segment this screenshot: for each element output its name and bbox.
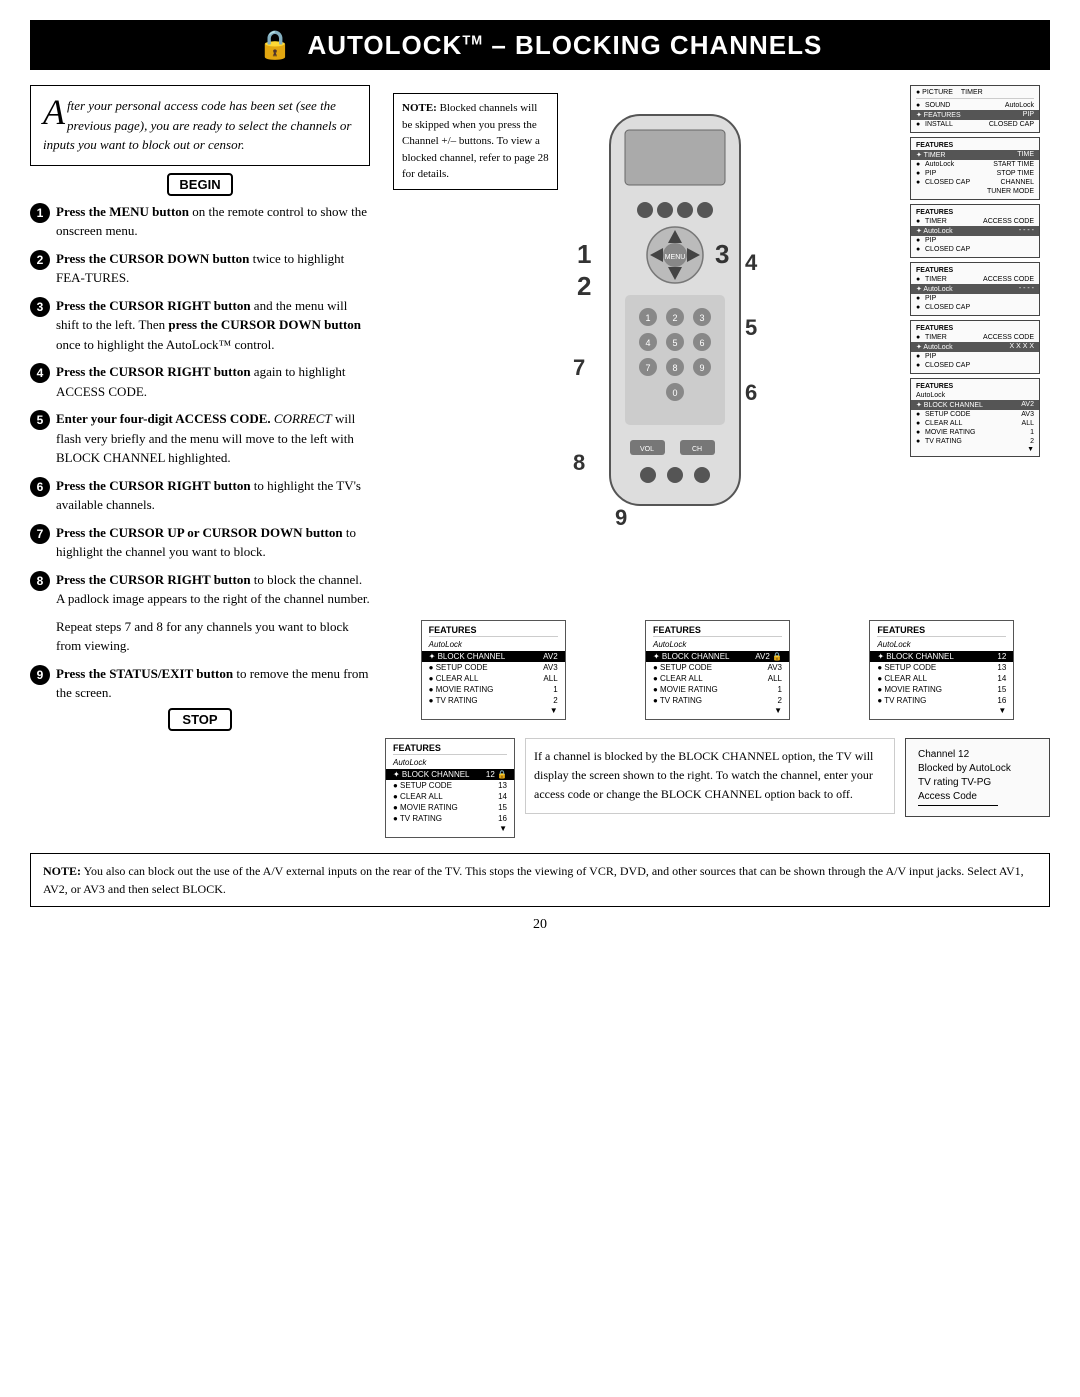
svg-text:1: 1 — [645, 313, 650, 323]
note-box: NOTE: Blocked channels will be skipped w… — [393, 93, 558, 190]
svg-text:0: 0 — [672, 388, 677, 398]
step-number-1: 1 — [30, 203, 50, 223]
left-column: A fter your personal access code has bee… — [30, 85, 370, 838]
bottom-note-text: You also can block out the use of the A/… — [43, 864, 1024, 896]
step-text-9: Press the STATUS/EXIT button to remove t… — [56, 664, 370, 703]
step-2: 2 Press the CURSOR DOWN button twice to … — [30, 249, 370, 288]
step-text-4: Press the CURSOR RIGHT button again to h… — [56, 362, 370, 401]
step-4: 4 Press the CURSOR RIGHT button again to… — [30, 362, 370, 401]
final-screen-small: FEATURES AutoLock ✦ BLOCK CHANNEL12 🔒 ● … — [385, 738, 515, 838]
svg-text:9: 9 — [615, 505, 627, 530]
intro-box: A fter your personal access code has bee… — [30, 85, 370, 166]
step-text-3: Press the CURSOR RIGHT button and the me… — [56, 296, 370, 355]
screen-3: FEATURES ●TIMERACCESS CODE ✦ AutoLock- -… — [910, 204, 1040, 258]
svg-text:3: 3 — [715, 239, 729, 269]
diagram-area: NOTE: Blocked channels will be skipped w… — [385, 85, 1050, 725]
svg-text:VOL: VOL — [640, 446, 654, 453]
svg-text:8: 8 — [573, 450, 585, 475]
svg-text:9: 9 — [699, 363, 704, 373]
svg-text:5: 5 — [672, 338, 677, 348]
step-number-2: 2 — [30, 250, 50, 270]
svg-text:7: 7 — [645, 363, 650, 373]
svg-text:6: 6 — [745, 380, 757, 405]
svg-text:1: 1 — [577, 239, 591, 269]
step-8: 8 Press the CURSOR RIGHT button to block… — [30, 570, 370, 609]
page-header: 🔒 AutoLockTM – Blocking Channels — [30, 20, 1050, 70]
step-text-2: Press the CURSOR DOWN button twice to hi… — [56, 249, 370, 288]
blocked-description: If a channel is blocked by the BLOCK CHA… — [525, 738, 895, 814]
intro-text: fter your personal access code has been … — [43, 98, 351, 152]
step-number-5: 5 — [30, 410, 50, 430]
step-number-7: 7 — [30, 524, 50, 544]
bottom-note: NOTE: You also can block out the use of … — [30, 853, 1050, 907]
drop-cap: A — [43, 94, 65, 130]
step-9: 9 Press the STATUS/EXIT button to remove… — [30, 664, 370, 703]
bottom-screens-row: FEATURES AutoLock ✦ BLOCK CHANNELAV2 ● S… — [385, 620, 1050, 720]
screen-block-a: FEATURES AutoLock ✦ BLOCK CHANNELAV2 ● S… — [421, 620, 566, 720]
screen-block-c: FEATURES AutoLock ✦ BLOCK CHANNEL12 ● SE… — [869, 620, 1014, 720]
step-number-9: 9 — [30, 665, 50, 685]
screen-6: FEATURES AutoLock ✦ BLOCK CHANNELAV2 ●SE… — [910, 378, 1040, 457]
step-1: 1 Press the MENU button on the remote co… — [30, 202, 370, 241]
stop-badge: STOP — [30, 711, 370, 729]
step-text-7: Press the CURSOR UP or CURSOR DOWN butto… — [56, 523, 370, 562]
step-text-6: Press the CURSOR RIGHT button to highlig… — [56, 476, 370, 515]
screen-1-top: ● PICTURE TIMER — [916, 89, 1034, 99]
step-text-8: Press the CURSOR RIGHT button to block t… — [56, 570, 370, 609]
svg-text:2: 2 — [672, 313, 677, 323]
begin-badge: BEGIN — [30, 176, 370, 194]
channel-line3: TV rating TV-PG — [918, 777, 1037, 788]
stop-label: STOP — [168, 708, 231, 731]
remote-svg: MENU 1 2 3 4 5 6 7 — [555, 95, 805, 705]
screen-4: FEATURES ●TIMERACCESS CODE ✦ AutoLock- -… — [910, 262, 1040, 316]
step-7: 7 Press the CURSOR UP or CURSOR DOWN but… — [30, 523, 370, 562]
svg-text:7: 7 — [573, 355, 585, 380]
svg-text:MENU: MENU — [665, 254, 686, 261]
step-text-5: Enter your four-digit ACCESS CODE. CORRE… — [56, 409, 370, 468]
right-column: NOTE: Blocked channels will be skipped w… — [385, 85, 1050, 838]
svg-text:5: 5 — [745, 315, 757, 340]
bottom-note-label: NOTE: — [43, 864, 81, 878]
page-number: 20 — [30, 917, 1050, 933]
step-5: 5 Enter your four-digit ACCESS CODE. COR… — [30, 409, 370, 468]
svg-text:4: 4 — [645, 338, 650, 348]
screen-1: ● PICTURE TIMER ●SOUNDAutoLock ✦ FEATURE… — [910, 85, 1040, 133]
remote-diagram: MENU 1 2 3 4 5 6 7 — [555, 95, 805, 705]
channel-line1: Channel 12 — [918, 749, 1037, 760]
svg-text:8: 8 — [672, 363, 677, 373]
step-number-3: 3 — [30, 297, 50, 317]
svg-text:3: 3 — [699, 313, 704, 323]
lock-icon: 🔒 — [258, 28, 293, 62]
note-label: NOTE: — [402, 102, 437, 114]
channel-line4: Access Code — [918, 791, 1037, 802]
channel-line2: Blocked by AutoLock — [918, 763, 1037, 774]
page-title: AutoLockTM – Blocking Channels — [307, 30, 822, 61]
step-number-6: 6 — [30, 477, 50, 497]
step-number-8: 8 — [30, 571, 50, 591]
screen-5: FEATURES ●TIMERACCESS CODE ✦ AutoLockX X… — [910, 320, 1040, 374]
blocked-description-text: If a channel is blocked by the BLOCK CHA… — [534, 749, 873, 801]
svg-text:6: 6 — [699, 338, 704, 348]
channel-blocked-screen: Channel 12 Blocked by AutoLock TV rating… — [905, 738, 1050, 817]
step-text-1: Press the MENU button on the remote cont… — [56, 202, 370, 241]
step-3: 3 Press the CURSOR RIGHT button and the … — [30, 296, 370, 355]
screens-stack: ● PICTURE TIMER ●SOUNDAutoLock ✦ FEATURE… — [910, 85, 1050, 457]
begin-label: BEGIN — [167, 173, 232, 196]
svg-text:2: 2 — [577, 271, 591, 301]
main-layout: A fter your personal access code has bee… — [30, 85, 1050, 838]
svg-text:CH: CH — [692, 446, 702, 453]
svg-text:4: 4 — [745, 250, 758, 275]
screen-2: FEATURES ✦ TIMERTIME ●AutoLockSTART TIME… — [910, 137, 1040, 200]
step-number-4: 4 — [30, 363, 50, 383]
screen-block-b: FEATURES AutoLock ✦ BLOCK CHANNELAV2 🔒 ●… — [645, 620, 790, 720]
final-row: FEATURES AutoLock ✦ BLOCK CHANNEL12 🔒 ● … — [385, 738, 1050, 838]
step-repeat-text: Repeat steps 7 and 8 for any channels yo… — [56, 617, 370, 656]
step-repeat: Repeat steps 7 and 8 for any channels yo… — [30, 617, 370, 656]
step-6: 6 Press the CURSOR RIGHT button to highl… — [30, 476, 370, 515]
channel-input — [918, 805, 998, 806]
